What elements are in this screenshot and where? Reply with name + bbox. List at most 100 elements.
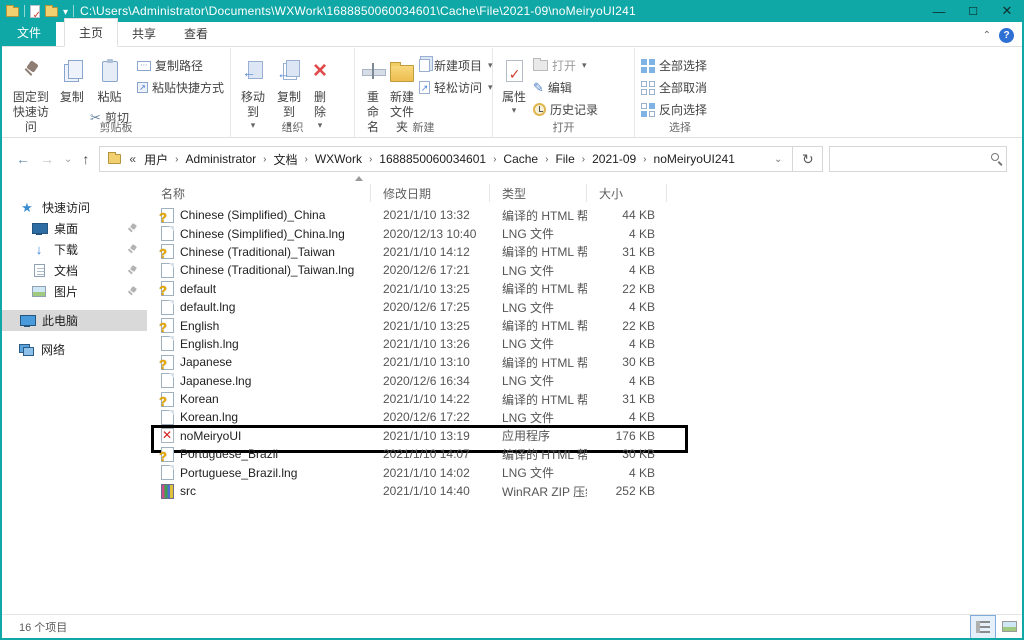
column-header-type[interactable]: 类型 bbox=[490, 184, 587, 202]
file-type: 编译的 HTML 帮... bbox=[490, 317, 587, 334]
file-type-lng-icon bbox=[161, 373, 174, 388]
sidebar-item-document[interactable]: 文档 bbox=[2, 260, 147, 281]
properties-button[interactable]: 属性 bbox=[497, 52, 531, 118]
minimize-button[interactable]: — bbox=[922, 0, 956, 22]
up-arrow-icon[interactable]: ↑ bbox=[82, 151, 89, 167]
copy-path-button[interactable]: ⋯ 复制路径 bbox=[135, 56, 226, 75]
file-row[interactable]: Chinese (Simplified)_China2021/1/10 13:3… bbox=[149, 206, 1022, 224]
column-header-date[interactable]: 修改日期 bbox=[371, 184, 490, 202]
sidebar-item-network[interactable]: 网络 bbox=[2, 339, 147, 360]
file-date: 2021/1/10 13:19 bbox=[371, 429, 490, 443]
file-row[interactable]: default.lng2020/12/6 17:25LNG 文件4 KB bbox=[149, 298, 1022, 316]
paste-button[interactable]: 粘贴 bbox=[90, 52, 130, 107]
tab-home[interactable]: 主页 bbox=[64, 18, 118, 47]
tab-share[interactable]: 共享 bbox=[118, 21, 170, 46]
close-button[interactable]: ✕ bbox=[990, 0, 1024, 22]
file-row[interactable]: Chinese (Simplified)_China.lng2020/12/13… bbox=[149, 224, 1022, 242]
file-size: 4 KB bbox=[587, 227, 667, 241]
breadcrumb-item[interactable]: File bbox=[549, 150, 580, 168]
pin-icon bbox=[128, 266, 137, 275]
file-date: 2020/12/6 17:25 bbox=[371, 300, 490, 314]
tab-view[interactable]: 查看 bbox=[170, 21, 222, 46]
file-type-lng-icon bbox=[161, 410, 174, 425]
this-pc-icon bbox=[19, 313, 35, 329]
details-view-button[interactable] bbox=[970, 615, 996, 639]
maximize-button[interactable]: ☐ bbox=[956, 0, 990, 22]
sidebar-item-download[interactable]: 下载 bbox=[2, 239, 147, 260]
column-header-size[interactable]: 大小 bbox=[587, 184, 667, 202]
file-date: 2020/12/13 10:40 bbox=[371, 227, 490, 241]
file-row[interactable]: Japanese2021/1/10 13:10编译的 HTML 帮...30 K… bbox=[149, 353, 1022, 371]
ribbon-group-organize: 移动到 复制到 × 删除 组织 bbox=[231, 48, 355, 137]
refresh-button[interactable]: ↻ bbox=[793, 146, 823, 172]
file-size: 4 KB bbox=[587, 374, 667, 388]
open-button[interactable]: 打开 bbox=[531, 56, 600, 75]
breadcrumb-item[interactable]: Administrator bbox=[179, 150, 262, 168]
file-size: 4 KB bbox=[587, 466, 667, 480]
properties-quick-icon[interactable] bbox=[30, 5, 40, 18]
sidebar-item-pictures[interactable]: 图片 bbox=[2, 281, 147, 302]
new-folder-icon bbox=[390, 65, 414, 82]
thumbnail-view-button[interactable] bbox=[996, 615, 1022, 639]
breadcrumb-item[interactable]: 文档 bbox=[267, 149, 303, 170]
navigation-pane: 快速访问桌面下载文档图片此电脑网络 bbox=[2, 179, 147, 614]
breadcrumb-item[interactable]: Cache bbox=[497, 150, 544, 168]
file-row[interactable]: Korean.lng2020/12/6 17:22LNG 文件4 KB bbox=[149, 408, 1022, 426]
group-label-open: 打开 bbox=[493, 119, 634, 135]
file-row[interactable]: English2021/1/10 13:25编译的 HTML 帮...22 KB bbox=[149, 316, 1022, 334]
file-row[interactable]: src2021/1/10 14:40WinRAR ZIP 压缩...252 KB bbox=[149, 482, 1022, 500]
file-row[interactable]: default2021/1/10 13:25编译的 HTML 帮...22 KB bbox=[149, 280, 1022, 298]
easy-access-button[interactable]: ↗ 轻松访问 bbox=[417, 78, 495, 97]
select-all-button[interactable]: 全部选择 bbox=[639, 56, 709, 75]
ribbon: 固定到快速访问 复制 粘贴 ✂ 剪切 ⋯ 复制路径 bbox=[2, 48, 1022, 138]
edit-button[interactable]: ✎ 编辑 bbox=[531, 78, 600, 97]
address-box[interactable]: « 用户 Administrator 文档 WXWork 168885006003460… bbox=[99, 146, 793, 172]
sidebar-item-star[interactable]: 快速访问 bbox=[2, 197, 147, 218]
back-arrow-icon[interactable]: ← bbox=[16, 151, 30, 167]
file-row[interactable]: Portuguese_Brazil.lng2021/1/10 14:02LNG … bbox=[149, 463, 1022, 481]
ribbon-group-select: 全部选择 全部取消 反向选择 选择 bbox=[635, 48, 725, 137]
pushpin-icon bbox=[21, 60, 41, 82]
history-button[interactable]: 历史记录 bbox=[531, 100, 600, 119]
pencil-icon: ✎ bbox=[533, 80, 544, 96]
file-row[interactable]: Portuguese_Brazil2021/1/10 14:07编译的 HTML… bbox=[149, 445, 1022, 463]
breadcrumb-item[interactable]: 用户 bbox=[138, 149, 174, 170]
breadcrumb-item[interactable]: 1688850060034601 bbox=[373, 150, 492, 168]
paste-shortcut-button[interactable]: ↗ 粘贴快捷方式 bbox=[135, 78, 226, 97]
file-type-chm-icon bbox=[161, 355, 174, 370]
file-row[interactable]: Japanese.lng2020/12/6 16:34LNG 文件4 KB bbox=[149, 372, 1022, 390]
file-row[interactable]: noMeiryoUI2021/1/10 13:19应用程序176 KB bbox=[149, 427, 1022, 445]
breadcrumb-item[interactable]: WXWork bbox=[309, 150, 368, 168]
breadcrumb-item[interactable]: 2021-09 bbox=[586, 150, 642, 168]
file-row[interactable]: English.lng2021/1/10 13:26LNG 文件4 KB bbox=[149, 335, 1022, 353]
group-label-organize: 组织 bbox=[231, 119, 354, 135]
recent-locations-chevron-icon[interactable]: ⌄ bbox=[64, 154, 72, 165]
file-row[interactable]: Korean2021/1/10 14:22编译的 HTML 帮...31 KB bbox=[149, 390, 1022, 408]
forward-arrow-icon[interactable]: → bbox=[40, 151, 54, 167]
breadcrumb-item[interactable]: noMeiryoUI241 bbox=[648, 150, 741, 168]
file-name: English.lng bbox=[180, 337, 239, 351]
file-name: Japanese bbox=[180, 355, 232, 369]
collapse-ribbon-icon[interactable]: ⌃ bbox=[983, 30, 991, 41]
sidebar-item-label: 文档 bbox=[54, 262, 78, 279]
thumbnail-view-icon bbox=[1002, 621, 1017, 632]
file-type: LNG 文件 bbox=[490, 262, 587, 279]
tab-file[interactable]: 文件 bbox=[2, 19, 56, 46]
sidebar-item-desktop[interactable]: 桌面 bbox=[2, 218, 147, 239]
new-item-button[interactable]: 新建项目 bbox=[417, 56, 495, 75]
breadcrumb-overflow-chevron[interactable]: « bbox=[127, 152, 138, 166]
file-row[interactable]: Chinese (Traditional)_Taiwan2021/1/10 14… bbox=[149, 243, 1022, 261]
column-header-name[interactable]: 名称 bbox=[149, 184, 371, 202]
invert-selection-button[interactable]: 反向选择 bbox=[639, 100, 709, 119]
select-none-button[interactable]: 全部取消 bbox=[639, 78, 709, 97]
help-icon[interactable]: ? bbox=[999, 28, 1014, 43]
sidebar-item-this-pc[interactable]: 此电脑 bbox=[2, 310, 147, 331]
search-input[interactable] bbox=[830, 147, 1006, 171]
file-date: 2021/1/10 14:40 bbox=[371, 484, 490, 498]
file-type-app-icon bbox=[161, 428, 174, 443]
file-row[interactable]: Chinese (Traditional)_Taiwan.lng2020/12/… bbox=[149, 261, 1022, 279]
customize-toolbar-chevron-icon[interactable] bbox=[63, 4, 68, 18]
address-dropdown-chevron-icon[interactable]: ⌄ bbox=[768, 154, 788, 165]
copy-button[interactable]: 复制 bbox=[56, 52, 88, 107]
new-folder-quick-icon[interactable] bbox=[45, 7, 58, 17]
